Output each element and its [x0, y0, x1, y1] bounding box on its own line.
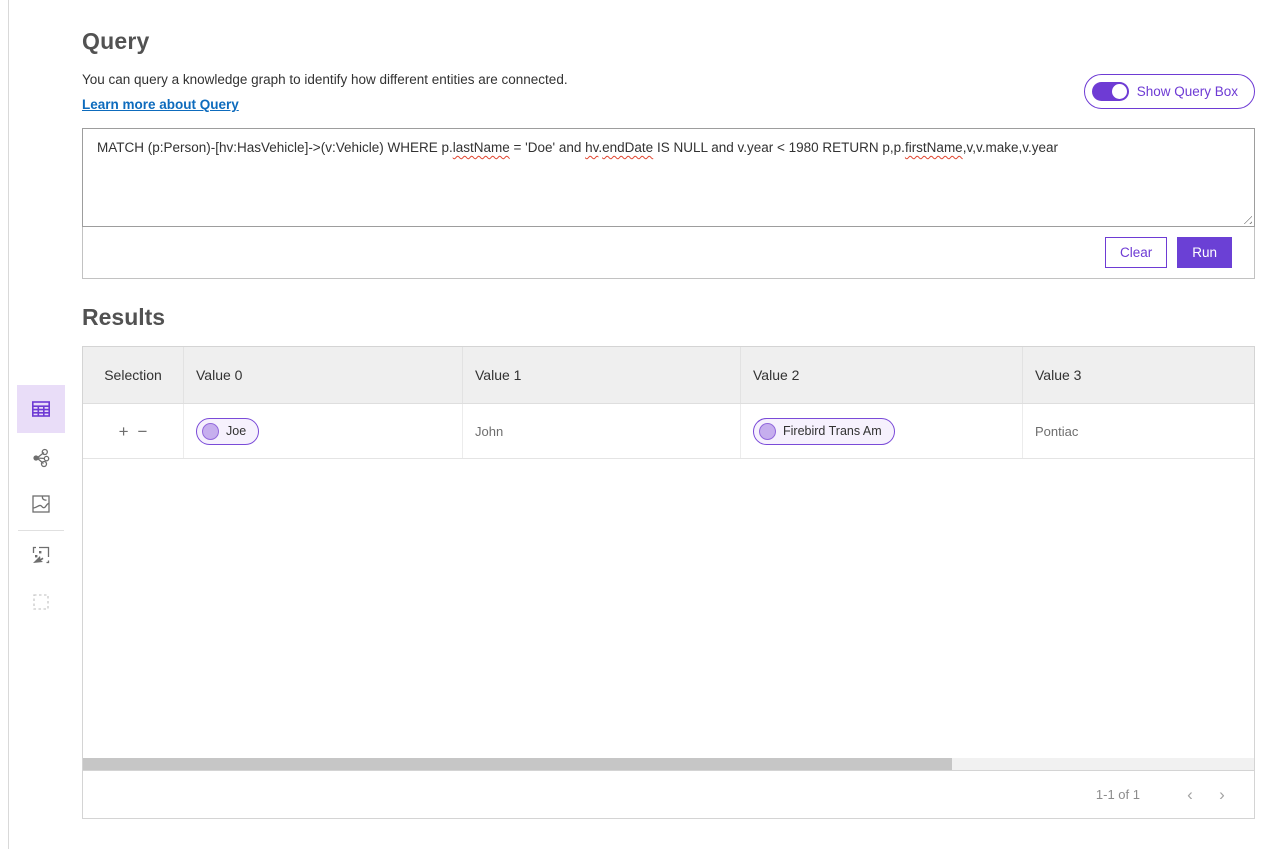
add-to-map-icon [29, 543, 53, 567]
map-view-button[interactable] [17, 492, 65, 516]
query-text-segment: ,v,v.make,v.year [963, 140, 1058, 155]
entity-chip[interactable]: Joe [196, 418, 259, 445]
show-query-box-toggle[interactable]: Show Query Box [1084, 74, 1255, 109]
main-content: Query You can query a knowledge graph to… [82, 0, 1255, 819]
link-chart-icon [29, 446, 53, 470]
column-header-value-2: Value 2 [741, 347, 1023, 403]
table-icon [29, 397, 53, 421]
table-body: +− Joe John Firebird Trans Am Pontiac [83, 404, 1254, 459]
scrollbar-thumb[interactable] [83, 758, 952, 770]
page-title: Query [82, 28, 1255, 55]
pagination-range: 1-1 of 1 [1096, 787, 1140, 802]
query-text-segment: IS NULL and v.year < 1980 RETURN p,p. [653, 140, 905, 155]
add-to-selection-button[interactable]: + [119, 423, 129, 440]
results-view-rail [17, 385, 65, 614]
column-header-value-0: Value 0 [184, 347, 463, 403]
value-cell: Joe [184, 404, 463, 458]
horizontal-scrollbar[interactable] [83, 758, 1254, 770]
rail-divider [18, 530, 64, 531]
map-icon [29, 492, 53, 516]
panel-left-border [8, 0, 9, 849]
results-panel: SelectionValue 0Value 1Value 2Value 3 +−… [82, 346, 1255, 819]
query-footer: Clear Run [83, 226, 1254, 278]
column-header-value-1: Value 1 [463, 347, 741, 403]
table-header-row: SelectionValue 0Value 1Value 2Value 3 [83, 347, 1254, 404]
resize-handle[interactable] [1240, 212, 1252, 224]
query-input[interactable]: MATCH (p:Person)-[hv:HasVehicle]->(v:Veh… [82, 128, 1255, 227]
query-text-misspelled-word: lastName [453, 140, 510, 155]
clear-button[interactable]: Clear [1105, 237, 1167, 268]
column-header-selection: Selection [83, 347, 184, 403]
query-text-segment: MATCH (p:Person)-[hv:HasVehicle]->(v:Veh… [97, 140, 453, 155]
selection-tool-button [17, 590, 65, 614]
remove-from-selection-button[interactable]: − [138, 423, 148, 440]
entity-chip[interactable]: Firebird Trans Am [753, 418, 895, 445]
run-button[interactable]: Run [1177, 237, 1232, 268]
dashed-square-icon [29, 590, 53, 614]
value-cell: Pontiac [1023, 404, 1254, 458]
entity-chip-label: Joe [226, 424, 246, 438]
query-text-misspelled-word: hv [585, 140, 598, 155]
value-cell: Firebird Trans Am [741, 404, 1023, 458]
query-text: MATCH (p:Person)-[hv:HasVehicle]->(v:Veh… [97, 140, 1058, 155]
next-page-button[interactable]: › [1206, 785, 1238, 805]
entity-icon [202, 423, 219, 440]
entity-chip-label: Firebird Trans Am [783, 424, 882, 438]
query-text-misspelled-word: firstName [905, 140, 963, 155]
toggle-knob [1112, 84, 1127, 99]
previous-page-button[interactable]: ‹ [1174, 785, 1206, 805]
results-title: Results [82, 304, 1255, 331]
add-results-to-map-button[interactable] [17, 543, 65, 567]
link-chart-view-button[interactable] [17, 446, 65, 470]
query-text-segment: = 'Doe' and [510, 140, 585, 155]
toggle-switch-icon [1092, 82, 1129, 101]
query-text-misspelled-word: endDate [602, 140, 653, 155]
results-table-view-button[interactable] [17, 385, 65, 433]
table-empty-area [83, 459, 1254, 758]
entity-icon [759, 423, 776, 440]
learn-more-link[interactable]: Learn more about Query [82, 97, 239, 112]
value-cell: John [463, 404, 741, 458]
toggle-label: Show Query Box [1137, 84, 1238, 99]
results-footer: 1-1 of 1 ‹ › [83, 770, 1254, 818]
table-row: +− Joe John Firebird Trans Am Pontiac [83, 404, 1254, 459]
selection-cell: +− [83, 404, 184, 458]
page-description: You can query a knowledge graph to ident… [82, 72, 1255, 87]
query-panel: MATCH (p:Person)-[hv:HasVehicle]->(v:Veh… [82, 128, 1255, 279]
column-header-value-3: Value 3 [1023, 347, 1254, 403]
query-page: Query You can query a knowledge graph to… [0, 0, 1265, 849]
